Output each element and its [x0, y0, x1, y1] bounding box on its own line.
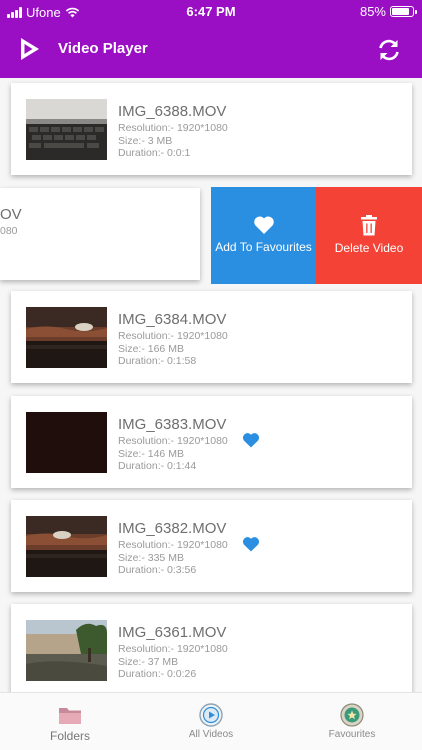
swiped-item-content[interactable]: OV 080: [0, 188, 200, 280]
video-size: Size:- 146 MB: [118, 447, 184, 460]
video-resolution: Resolution:- 1920*1080: [118, 330, 228, 342]
tab-favourites[interactable]: Favourites: [282, 693, 422, 750]
video-resolution: Resolution:- 1920*1080: [118, 643, 228, 655]
video-size: Size:- 3 MB: [118, 134, 173, 147]
video-thumbnail: [26, 99, 107, 160]
delete-video-label: Delete Video: [334, 241, 404, 255]
battery-percent: 85%: [359, 4, 386, 19]
video-size: Size:- 335 MB: [118, 551, 184, 564]
swiped-video-item[interactable]: OV 080 Add To Favourites Delete Video: [0, 187, 422, 284]
bottom-tab-bar: Folders All Videos Favourites: [0, 692, 422, 750]
favourite-heart-icon: [242, 537, 260, 552]
video-meta: IMG_6383.MOV Resolution:- 1920*1080 Size…: [118, 416, 228, 473]
refresh-icon[interactable]: [376, 37, 402, 63]
video-item[interactable]: IMG_6361.MOV Resolution:- 1920*1080 Size…: [11, 604, 412, 692]
video-name: IMG_6361.MOV: [118, 624, 227, 641]
video-meta: IMG_6384.MOV Resolution:- 1920*1080 Size…: [118, 311, 228, 368]
video-name: IMG_6384.MOV: [118, 311, 227, 328]
video-duration: Duration:- 0:0:26: [118, 668, 197, 680]
video-name: IMG_6383.MOV: [118, 416, 227, 433]
video-thumbnail: [26, 307, 107, 368]
video-duration: Duration:- 0:1:44: [118, 460, 197, 472]
play-circle-icon: [199, 703, 223, 727]
video-meta: IMG_6382.MOV Resolution:- 1920*1080 Size…: [118, 520, 228, 577]
heart-icon: [253, 216, 274, 234]
battery-group: 85%: [359, 4, 417, 19]
video-duration: Duration:- 0:1:58: [118, 355, 197, 367]
favourite-heart-icon: [242, 433, 260, 448]
delete-video-button[interactable]: Delete Video: [316, 187, 422, 284]
video-resolution: Resolution:- 1920*1080: [118, 122, 228, 134]
status-bar: Ufone 6:47 PM 85%: [0, 0, 422, 24]
video-item[interactable]: IMG_6388.MOV Resolution:- 1920*1080 Size…: [11, 83, 412, 175]
video-thumbnail: [26, 516, 107, 577]
tab-all-videos-label: All Videos: [188, 729, 234, 740]
folder-icon: [59, 708, 81, 724]
video-name: IMG_6388.MOV: [118, 103, 227, 120]
video-duration: Duration:- 0:3:56: [118, 564, 197, 576]
add-to-favourites-label: Add To Favourites: [215, 240, 312, 254]
trash-icon: [361, 215, 377, 236]
video-name: IMG_6382.MOV: [118, 520, 227, 537]
video-meta: IMG_6388.MOV Resolution:- 1920*1080 Size…: [118, 103, 228, 160]
video-resolution: Resolution:- 1920*1080: [118, 539, 228, 551]
battery-icon: [390, 6, 417, 17]
video-list[interactable]: IMG_6388.MOV Resolution:- 1920*1080 Size…: [0, 78, 422, 692]
favourites-badge-icon: [340, 703, 364, 727]
page-title: Video Player: [58, 40, 148, 57]
video-item[interactable]: IMG_6382.MOV Resolution:- 1920*1080 Size…: [11, 500, 412, 592]
tab-all-videos[interactable]: All Videos: [141, 693, 281, 750]
video-resolution: 080: [0, 225, 18, 237]
video-name: OV: [0, 206, 22, 223]
video-item[interactable]: IMG_6384.MOV Resolution:- 1920*1080 Size…: [11, 291, 412, 383]
tab-folders-label: Folders: [49, 729, 90, 743]
video-thumbnail: [26, 620, 107, 681]
video-item[interactable]: IMG_6383.MOV Resolution:- 1920*1080 Size…: [11, 396, 412, 488]
video-thumbnail: [26, 412, 107, 473]
video-size: Size:- 166 MB: [118, 342, 184, 355]
tab-folders[interactable]: Folders: [0, 693, 140, 750]
play-triangle-icon: [21, 38, 39, 60]
video-meta: IMG_6361.MOV Resolution:- 1920*1080 Size…: [118, 624, 228, 681]
status-time: 6:47 PM: [186, 4, 236, 19]
tab-favourites-label: Favourites: [328, 729, 376, 740]
video-duration: Duration:- 0:0:1: [118, 147, 191, 159]
video-resolution: Resolution:- 1920*1080: [118, 435, 228, 447]
video-size: Size:- 37 MB: [118, 655, 179, 668]
add-to-favourites-button[interactable]: Add To Favourites: [211, 187, 316, 284]
app-header: Ufone 6:47 PM 85% Video Player: [0, 0, 422, 78]
